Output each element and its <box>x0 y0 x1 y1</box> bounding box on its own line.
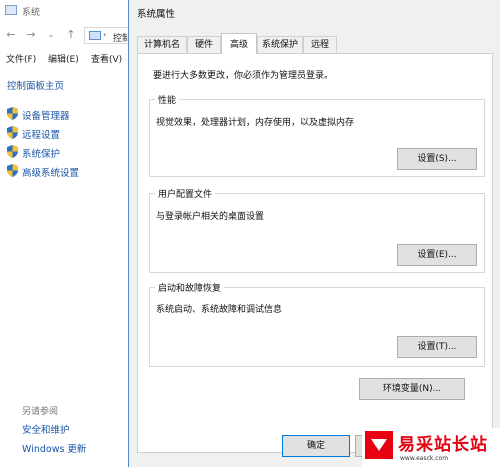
breadcrumb-chevron-icon: › <box>103 30 107 39</box>
group-description: 视觉效果，处理器计划，内存使用，以及虚拟内存 <box>156 118 355 128</box>
site-watermark: 易采站长站 www.easck.com <box>362 428 500 467</box>
system-app-icon <box>5 5 17 15</box>
shield-icon <box>7 126 18 139</box>
group-description: 与登录帐户相关的桌面设置 <box>156 212 265 222</box>
see-also-title: 另请参阅 <box>22 407 59 417</box>
system-properties-dialog: 系统属性 计算机名 硬件 高级 系统保护 远程 要进行大多数更改，你必须作为管理… <box>128 0 500 467</box>
sidebar-item-label: 高级系统设置 <box>22 168 80 179</box>
performance-settings-button[interactable]: 设置(S)... <box>397 148 477 170</box>
see-also-windows-update-link[interactable]: Windows 更新 <box>22 441 86 455</box>
performance-group: 性能 视觉效果，处理器计划，内存使用，以及虚拟内存 设置(S)... <box>149 93 485 177</box>
shield-icon <box>7 164 18 177</box>
startup-settings-button[interactable]: 设置(T)... <box>397 336 477 358</box>
tab-advanced[interactable]: 高级 <box>221 33 257 54</box>
group-description: 系统启动、系统故障和调试信息 <box>156 305 283 315</box>
forward-arrow-icon[interactable]: → <box>24 28 38 42</box>
sidebar: 控制面板主页 设备管理器 远程设置 系统保护 高级系统设置 另请参阅 安全和维护… <box>0 70 128 467</box>
computer-icon <box>89 31 101 40</box>
menu-edit[interactable]: 编辑(E) <box>48 52 79 65</box>
group-label: 性能 <box>155 93 180 106</box>
group-label: 启动和故障恢复 <box>155 281 225 294</box>
watermark-logo-icon <box>365 431 393 459</box>
up-arrow-icon[interactable]: ↑ <box>64 28 78 42</box>
user-profiles-settings-button[interactable]: 设置(E)... <box>397 244 477 266</box>
shield-icon <box>7 145 18 158</box>
recent-chevron-icon[interactable]: ⌄ <box>44 28 58 42</box>
menu-file[interactable]: 文件(F) <box>6 52 36 65</box>
menubar: 文件(F) 编辑(E) 查看(V) <box>0 49 130 67</box>
user-profiles-group: 用户配置文件 与登录帐户相关的桌面设置 设置(E)... <box>149 187 485 273</box>
sidebar-item-label: 系统保护 <box>22 149 61 160</box>
tab-system-protection[interactable]: 系统保护 <box>257 36 303 53</box>
menu-view[interactable]: 查看(V) <box>91 52 122 65</box>
watermark-text: 易采站长站 <box>398 435 488 455</box>
sidebar-item-label: 设备管理器 <box>22 111 70 122</box>
tab-remote[interactable]: 远程 <box>303 36 337 53</box>
admin-notice: 要进行大多数更改，你必须作为管理员登录。 <box>153 71 334 81</box>
control-panel-home-link[interactable]: 控制面板主页 <box>7 78 64 92</box>
back-arrow-icon[interactable]: ← <box>4 28 18 42</box>
advanced-tab-panel: 要进行大多数更改，你必须作为管理员登录。 性能 视觉效果，处理器计划，内存使用，… <box>137 53 493 453</box>
startup-recovery-group: 启动和故障恢复 系统启动、系统故障和调试信息 设置(T)... <box>149 281 485 367</box>
watermark-url: www.easck.com <box>400 455 449 462</box>
shield-icon <box>7 107 18 120</box>
dialog-title: 系统属性 <box>137 9 176 20</box>
tab-hardware[interactable]: 硬件 <box>187 36 221 53</box>
ok-button[interactable]: 确定 <box>282 435 350 457</box>
tab-computer-name[interactable]: 计算机名 <box>137 36 187 53</box>
sidebar-item-label: 远程设置 <box>22 130 61 141</box>
environment-variables-button[interactable]: 环境变量(N)... <box>359 378 465 400</box>
see-also-security-link[interactable]: 安全和维护 <box>22 422 70 436</box>
window-title: 系统 <box>22 8 41 18</box>
group-label: 用户配置文件 <box>155 187 216 200</box>
